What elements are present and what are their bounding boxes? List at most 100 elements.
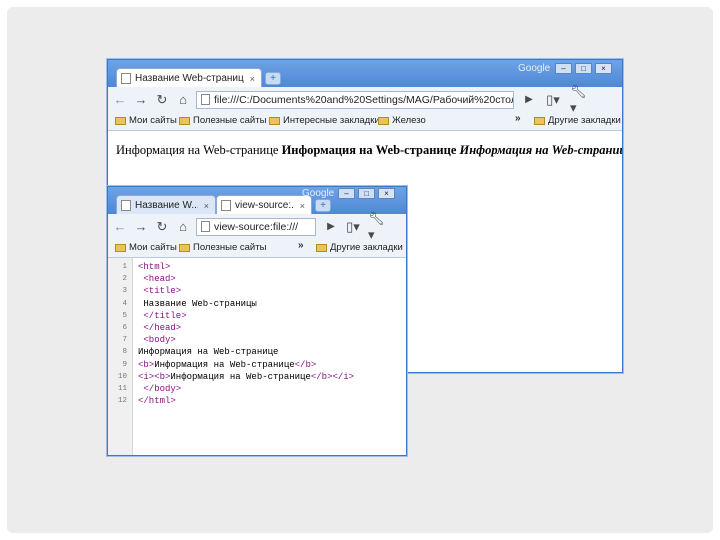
new-tab-button[interactable]: + bbox=[265, 72, 281, 85]
bookmarks-overflow-icon[interactable]: » bbox=[515, 113, 521, 124]
source-line: <body> bbox=[138, 335, 176, 346]
folder-icon bbox=[534, 116, 545, 125]
forward-icon[interactable]: → bbox=[132, 91, 150, 109]
page-icon bbox=[221, 200, 231, 211]
tab-close-icon[interactable]: × bbox=[250, 74, 255, 84]
address-text: file:///C:/Documents%20and%20Settings/MA… bbox=[214, 93, 514, 106]
folder-icon bbox=[179, 116, 190, 125]
page-icon bbox=[121, 73, 131, 84]
minimize-button[interactable]: – bbox=[555, 63, 572, 74]
line-number: 6 bbox=[122, 324, 127, 332]
reload-icon[interactable]: ↻ bbox=[153, 218, 171, 236]
tab-view-source[interactable]: view-source:... × bbox=[216, 195, 312, 215]
bookmark-folder[interactable]: Полезные сайты bbox=[179, 242, 266, 253]
address-bar[interactable]: view-source:file:/// bbox=[196, 217, 316, 236]
close-button[interactable]: × bbox=[595, 63, 612, 74]
bold-italic-text: Информация на Web-странице bbox=[459, 143, 623, 157]
source-tag: <html> bbox=[138, 262, 171, 272]
minimize-button[interactable]: – bbox=[338, 188, 355, 199]
bookmark-folder[interactable]: Мои сайты bbox=[115, 115, 177, 126]
source-line: </html> bbox=[138, 396, 176, 406]
go-icon[interactable]: ▶ bbox=[322, 218, 340, 236]
source-line: </head> bbox=[138, 323, 181, 333]
toolbar: ← → ↻ ⌂ file:///C:/Documents%20and%20Set… bbox=[108, 84, 622, 115]
source-tag: </head> bbox=[138, 323, 182, 333]
source-line: <b>Информация на Web-странице</b> bbox=[138, 360, 316, 370]
source-line: <title> bbox=[138, 286, 181, 296]
line-number: 1 bbox=[122, 263, 127, 271]
google-label: Google bbox=[518, 63, 551, 74]
tab-page[interactable]: Название W... × bbox=[116, 195, 216, 215]
maximize-button[interactable]: □ bbox=[358, 188, 375, 199]
back-icon[interactable]: ← bbox=[111, 218, 129, 236]
page-icon bbox=[201, 94, 210, 105]
line-number: 3 bbox=[122, 287, 127, 296]
folder-icon bbox=[316, 243, 327, 252]
folder-icon bbox=[115, 243, 126, 252]
page-menu-icon[interactable]: ▯▾ bbox=[544, 91, 562, 109]
bold-text: Информация на Web-странице bbox=[281, 143, 457, 157]
bookmarks-bar: Мои сайты Полезные сайты » Другие заклад… bbox=[108, 239, 406, 258]
source-tag: <title> bbox=[138, 286, 182, 297]
tab-close-icon[interactable]: × bbox=[300, 201, 305, 211]
bookmarks-bar: Мои сайты Полезные сайты Интересные закл… bbox=[108, 112, 622, 131]
home-icon[interactable]: ⌂ bbox=[174, 218, 192, 236]
address-text: view-source:file:/// bbox=[214, 220, 299, 233]
other-bookmarks[interactable]: Другие закладки bbox=[316, 242, 403, 253]
source-tag: </title> bbox=[138, 310, 187, 321]
bookmark-folder[interactable]: Мои сайты bbox=[115, 242, 177, 253]
source-line: Название Web-страницы bbox=[138, 298, 257, 309]
other-bookmarks[interactable]: Другие закладки bbox=[534, 115, 621, 126]
source-line: <head> bbox=[138, 274, 176, 285]
tab-page[interactable]: Название Web-страницы × bbox=[116, 68, 262, 88]
tab-close-icon[interactable]: × bbox=[204, 201, 209, 211]
line-number: 8 bbox=[122, 348, 127, 357]
close-button[interactable]: × bbox=[378, 188, 395, 199]
bookmark-folder[interactable]: Полезные сайты bbox=[179, 115, 266, 126]
line-number: 4 bbox=[122, 299, 127, 308]
tab-label: Название W... bbox=[135, 200, 198, 211]
source-tag: <i><b> bbox=[138, 371, 171, 382]
source-tag: <b> bbox=[138, 359, 155, 370]
go-icon[interactable]: ▶ bbox=[520, 91, 538, 109]
source-text: Название Web-страницы bbox=[138, 298, 257, 309]
home-icon[interactable]: ⌂ bbox=[174, 91, 192, 109]
maximize-button[interactable]: □ bbox=[575, 63, 592, 74]
folder-icon bbox=[179, 243, 190, 252]
plain-text: Информация на Web-странице bbox=[116, 143, 279, 157]
back-icon[interactable]: ← bbox=[111, 91, 129, 109]
bookmark-folder[interactable]: Железо bbox=[378, 115, 426, 126]
forward-icon[interactable]: → bbox=[132, 218, 150, 236]
title-bar[interactable]: Название W... × view-source:... × + Goog… bbox=[108, 187, 406, 215]
source-text: Информация на Web-странице bbox=[170, 371, 311, 382]
line-number: 10 bbox=[117, 372, 127, 381]
page-content: Информация на Web-странице Информация на… bbox=[116, 143, 623, 158]
source-line: </body> bbox=[138, 384, 181, 394]
source-tag: </body> bbox=[138, 384, 182, 394]
wrench-icon[interactable]: 🔧︎▾ bbox=[368, 211, 386, 242]
bookmark-folder[interactable]: Интересные закладки bbox=[269, 115, 380, 126]
line-number: 2 bbox=[122, 275, 127, 284]
reload-icon[interactable]: ↻ bbox=[153, 91, 171, 109]
wrench-icon[interactable]: 🔧︎▾ bbox=[570, 84, 588, 115]
toolbar: ← → ↻ ⌂ view-source:file:/// ▶ ▯▾ 🔧︎▾ bbox=[108, 211, 406, 242]
source-tag: <head> bbox=[138, 274, 176, 285]
bookmarks-overflow-icon[interactable]: » bbox=[298, 240, 304, 251]
tab-label: Название Web-страницы bbox=[135, 73, 244, 84]
source-line: <html> bbox=[138, 262, 170, 272]
page-menu-icon[interactable]: ▯▾ bbox=[344, 218, 362, 236]
line-number: 12 bbox=[117, 397, 127, 406]
source-text: Информация на Web-странице bbox=[138, 347, 279, 358]
page-icon bbox=[121, 200, 131, 211]
source-line: </title> bbox=[138, 310, 187, 321]
folder-icon bbox=[115, 116, 126, 125]
title-bar[interactable]: Название Web-страницы × + Google – □ × bbox=[108, 60, 622, 88]
source-tag: </html> bbox=[138, 396, 176, 407]
source-tag: <body> bbox=[138, 335, 176, 346]
line-number: 7 bbox=[122, 336, 127, 345]
address-bar[interactable]: file:///C:/Documents%20and%20Settings/MA… bbox=[196, 90, 514, 109]
source-line: <i><b>Информация на Web-странице</b></i> bbox=[138, 372, 354, 382]
new-tab-button[interactable]: + bbox=[315, 199, 331, 212]
source-text: Информация на Web-странице bbox=[154, 359, 295, 370]
folder-icon bbox=[378, 116, 389, 125]
